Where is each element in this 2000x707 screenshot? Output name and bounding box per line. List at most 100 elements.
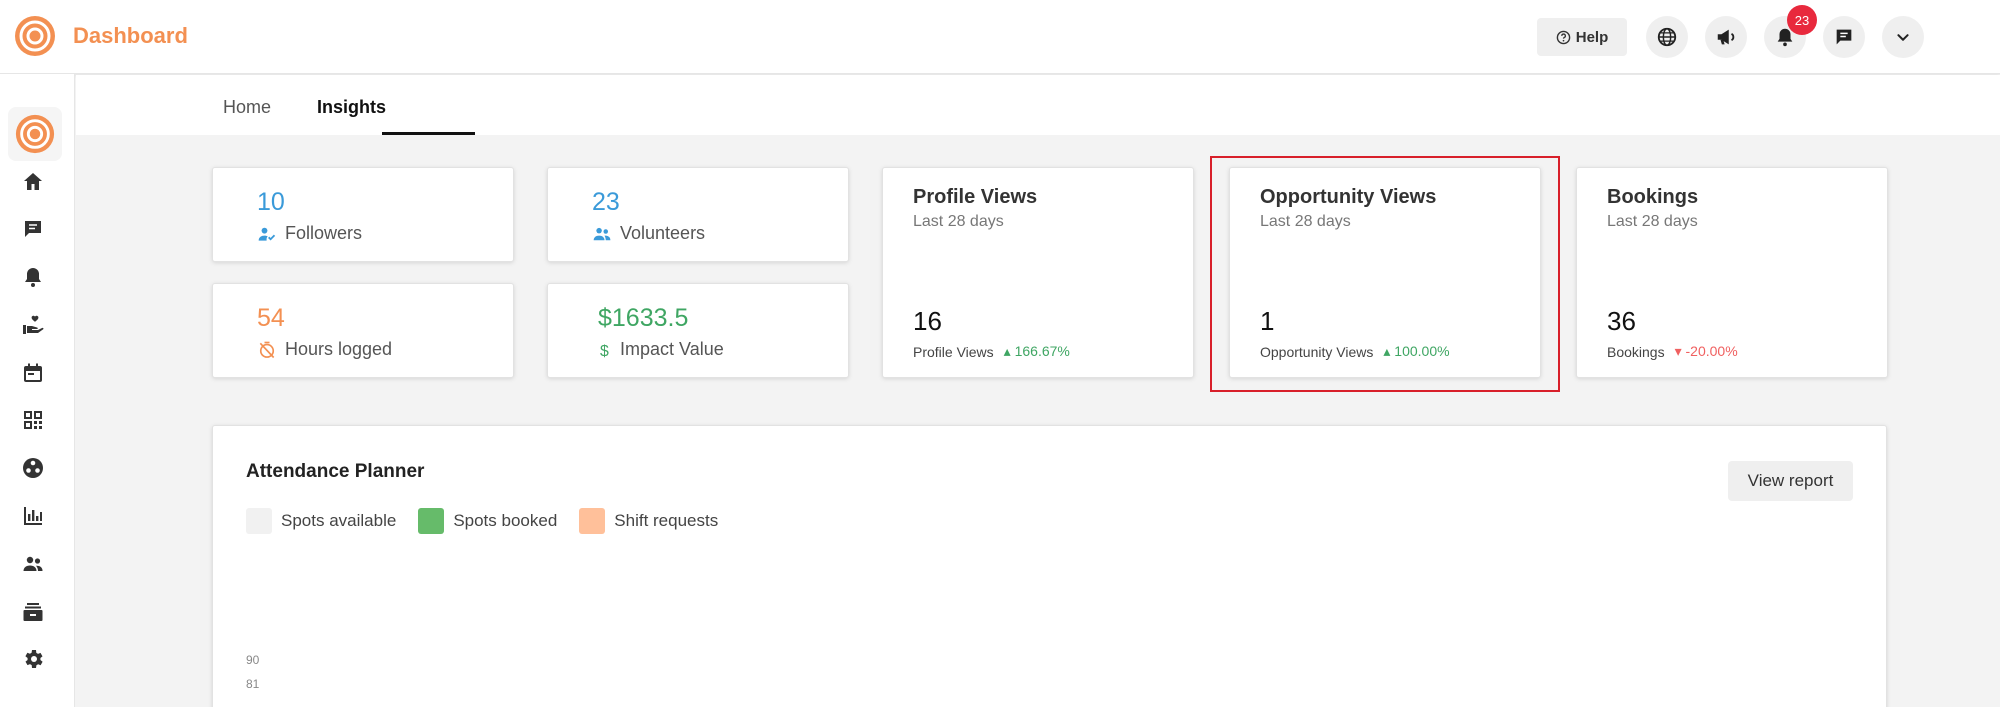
hours-card[interactable]: 54 Hours logged: [212, 283, 514, 378]
top-bar: Dashboard Help 23: [0, 0, 2000, 74]
volunteers-label-row: Volunteers: [592, 223, 705, 244]
profile-views-footer-label: Profile Views: [913, 343, 994, 360]
bookings-subtitle: Last 28 days: [1607, 213, 1698, 230]
messages-button[interactable]: [1823, 16, 1865, 58]
highlight-box: [1210, 156, 1560, 392]
bookings-card[interactable]: Bookings Last 28 days 36 Bookings ▾ -20.…: [1576, 167, 1888, 378]
impact-label: Impact Value: [620, 339, 724, 359]
legend-item-spots-available[interactable]: Spots available: [246, 508, 396, 534]
sidebar: [0, 74, 75, 707]
profile-views-footer: Profile Views ▴ 166.67%: [913, 343, 1070, 360]
app-logo-icon: [15, 114, 55, 154]
legend-label: Spots booked: [453, 511, 558, 530]
hours-count: 54: [257, 304, 285, 332]
profile-views-card[interactable]: Profile Views Last 28 days 16 Profile Vi…: [882, 167, 1194, 378]
announcements-button[interactable]: [1705, 16, 1747, 58]
bookings-footer-label: Bookings: [1607, 343, 1665, 360]
help-button[interactable]: Help: [1537, 18, 1627, 56]
legend-swatch: [246, 508, 272, 534]
sidebar-item-inventory[interactable]: [21, 600, 45, 624]
followers-label-row: Followers: [257, 223, 362, 244]
legend-item-spots-booked[interactable]: Spots booked: [418, 508, 557, 534]
chevron-down-icon: [1897, 34, 1909, 41]
followers-count: 10: [257, 188, 285, 216]
volunteer-hand-icon: [23, 315, 44, 334]
sidebar-item-groups[interactable]: [21, 456, 45, 480]
trend-down-icon: ▾: [1674, 343, 1686, 359]
qr-code-icon: [24, 411, 42, 429]
sidebar-item-home[interactable]: [21, 170, 45, 194]
impact-card[interactable]: $1633.5 $ Impact Value: [547, 283, 849, 378]
sidebar-item-people[interactable]: [21, 552, 45, 576]
followers-label: Followers: [285, 223, 363, 243]
tab-bar: Home Insights: [76, 75, 2000, 135]
sidebar-item-qr-code[interactable]: [21, 408, 45, 432]
legend-label: Spots available: [281, 511, 397, 530]
profile-views-value: 16: [913, 306, 942, 336]
profile-views-subtitle: Last 28 days: [913, 213, 1004, 230]
profile-views-change-value: 166.67%: [1014, 343, 1070, 359]
volunteers-label: Volunteers: [620, 223, 706, 243]
messages-icon: [25, 221, 41, 237]
tab-insights[interactable]: Insights: [317, 97, 386, 118]
sidebar-item-calendar[interactable]: [21, 361, 45, 385]
calendar-icon: [24, 363, 42, 382]
legend-swatch: [418, 508, 445, 534]
y-axis-tick: 90: [246, 653, 260, 667]
trend-up-icon: ▴: [1003, 343, 1015, 359]
legend-swatch: [579, 508, 606, 534]
app-logo-icon: [15, 16, 55, 56]
help-label: Help: [1575, 28, 1609, 46]
view-report-button[interactable]: View report: [1728, 461, 1853, 501]
bar-chart-icon: [24, 507, 42, 525]
notification-badge: 23: [1787, 5, 1817, 35]
sidebar-item-messages[interactable]: [21, 217, 45, 241]
bell-icon: [25, 268, 41, 287]
impact-amount: $1633.5: [598, 304, 689, 332]
svg-text:$: $: [600, 342, 609, 359]
question-circle-icon: [1556, 30, 1571, 44]
hours-label-row: Hours logged: [257, 339, 392, 360]
sidebar-item-notifications[interactable]: [21, 265, 45, 289]
chart-legend: Spots available Spots booked Shift reque…: [246, 508, 740, 534]
legend-item-shift-requests[interactable]: Shift requests: [579, 508, 718, 534]
people-icon: [23, 556, 43, 571]
sidebar-logo[interactable]: [8, 107, 62, 161]
bookings-change: ▾ -20.00%: [1675, 343, 1738, 360]
bookings-footer: Bookings ▾ -20.00%: [1607, 343, 1738, 360]
followers-card[interactable]: 10 Followers: [212, 167, 514, 262]
app-title: Dashboard: [73, 23, 188, 48]
chat-icon: [1836, 29, 1852, 45]
impact-label-row: $ Impact Value: [598, 339, 724, 360]
sidebar-item-analytics[interactable]: [21, 504, 45, 528]
home-icon: [24, 173, 42, 190]
dollar-icon: $: [600, 342, 609, 359]
active-tab-indicator: [382, 132, 475, 135]
language-button[interactable]: [1646, 16, 1688, 58]
bookings-value: 36: [1607, 306, 1636, 336]
settings-icon: [25, 650, 43, 668]
sidebar-item-volunteering[interactable]: [21, 313, 45, 337]
volunteers-card[interactable]: 23 Volunteers: [547, 167, 849, 262]
account-menu-button[interactable]: [1882, 16, 1924, 58]
user-check-icon: [258, 227, 276, 241]
people-icon: [593, 227, 611, 240]
sidebar-item-settings[interactable]: [21, 647, 45, 671]
attendance-planner-card: Attendance Planner View report Spots ava…: [212, 425, 1887, 707]
groups-icon: [23, 458, 43, 478]
attendance-planner-title: Attendance Planner: [246, 461, 425, 482]
bookings-change-value: -20.00%: [1685, 343, 1738, 359]
tab-home[interactable]: Home: [223, 97, 271, 118]
profile-views-title: Profile Views: [913, 186, 1038, 208]
globe-icon: [1657, 27, 1677, 47]
timer-off-icon: [259, 341, 275, 358]
bookings-title: Bookings: [1607, 186, 1699, 208]
y-axis-tick: 81: [246, 677, 260, 691]
profile-views-change: ▴ 166.67%: [1004, 343, 1070, 360]
brand[interactable]: Dashboard: [13, 14, 188, 58]
legend-label: Shift requests: [614, 511, 719, 530]
volunteers-count: 23: [592, 188, 620, 216]
hours-label: Hours logged: [285, 339, 393, 359]
megaphone-icon: [1717, 29, 1735, 45]
inventory-icon: [23, 603, 43, 621]
